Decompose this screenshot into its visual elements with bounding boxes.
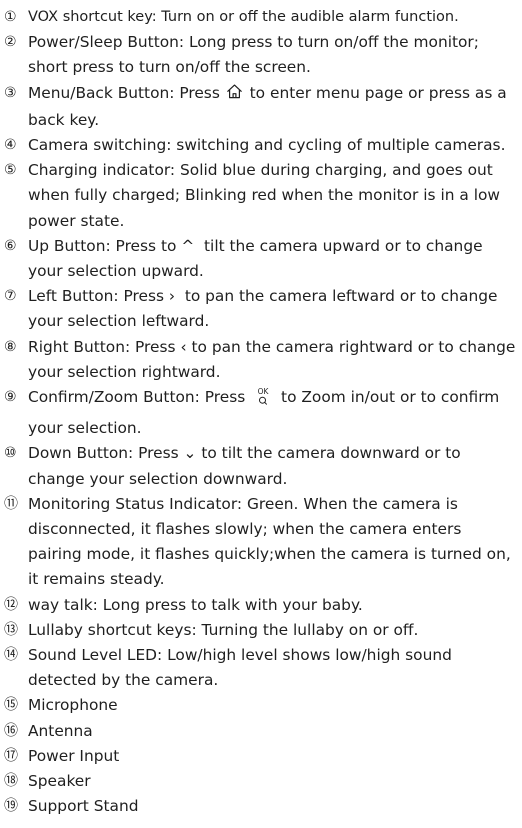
item-number: ⑪	[4, 495, 18, 512]
item-text-before: Down Button: Press	[28, 444, 184, 463]
item-text-before: Up Button: Press to	[28, 236, 182, 255]
item-text: Support Stand	[28, 797, 139, 816]
list-item-power-input: ⑰ Power Input	[4, 744, 516, 769]
list-item-right-button: ⑧ Right Button: Press ‹ to pan the camer…	[4, 335, 516, 385]
item-text: Left Button: Press › to pan the camera l…	[28, 284, 516, 334]
item-number: ⑬	[4, 621, 18, 638]
item-number: ⑰	[4, 747, 18, 764]
item-number: ⑯	[4, 722, 18, 739]
item-number: ⑥	[4, 237, 17, 254]
item-number: ⑱	[4, 773, 18, 790]
item-number: ⑩	[4, 445, 17, 462]
item-number: ⑭	[4, 647, 18, 664]
item-text: Sound Level LED: Low/high level shows lo…	[28, 646, 457, 690]
item-number: ⑤	[4, 162, 17, 179]
item-number: ①	[4, 9, 17, 25]
item-text: Down Button: Press ⌄ to tilt the camera …	[28, 441, 516, 491]
list-item-vox: ① VOX shortcut key: Turn on or off the a…	[4, 5, 516, 30]
item-text: Confirm/Zoom Button: Press OK to Zoom in…	[28, 385, 516, 441]
down-chevron-icon: ⌄	[183, 444, 197, 463]
item-text: Power Input	[28, 746, 120, 765]
item-text-before: Left Button: Press	[28, 287, 169, 306]
list-item-speaker: ⑱ Speaker	[4, 769, 516, 794]
home-icon	[226, 83, 243, 108]
item-text-before: Menu/Back Button: Press	[28, 83, 225, 102]
item-number: ⑨	[4, 389, 17, 406]
item-number: ④	[4, 137, 17, 154]
list-item-lullaby: ⑬ Lullaby shortcut keys: Turning the lul…	[4, 618, 516, 643]
item-text: Camera switching: switching and cycling …	[28, 136, 506, 155]
list-item-camera-switching: ④ Camera switching: switching and cyclin…	[4, 133, 516, 158]
list-item-antenna: ⑯ Antenna	[4, 719, 516, 744]
item-text: Microphone	[28, 696, 118, 715]
item-text: Lullaby shortcut keys: Turning the lulla…	[28, 620, 419, 639]
item-text: Antenna	[28, 721, 93, 740]
item-text: Right Button: Press ‹ to pan the camera …	[28, 335, 516, 385]
item-text: Up Button: Press to ^ tilt the camera up…	[28, 234, 516, 284]
manual-page: ① VOX shortcut key: Turn on or off the a…	[0, 0, 522, 828]
list-item-menu-back: ③ Menu/Back Button: Press to enter menu …	[4, 81, 516, 133]
item-text: Menu/Back Button: Press to enter menu pa…	[28, 81, 516, 133]
item-text: Charging indicator: Solid blue during ch…	[28, 161, 505, 230]
item-number: ⑲	[4, 798, 18, 815]
list-item-microphone: ⑮ Microphone	[4, 693, 516, 718]
list-item-charging-indicator: ⑤ Charging indicator: Solid blue during …	[4, 158, 516, 234]
item-text-before: Confirm/Zoom Button: Press	[28, 388, 251, 407]
item-text: VOX shortcut key: Turn on or off the aud…	[28, 9, 459, 25]
ok-zoom-icon: OK	[254, 386, 272, 416]
item-text: Monitoring Status Indicator: Green. When…	[28, 494, 516, 589]
list-item-up-button: ⑥ Up Button: Press to ^ tilt the camera …	[4, 234, 516, 284]
item-number: ⑮	[4, 697, 18, 714]
item-number: ③	[4, 84, 17, 101]
list-item-support-stand: ⑲ Support Stand	[4, 794, 516, 819]
item-text: Speaker	[28, 772, 91, 791]
item-text: way talk: Long press to talk with your b…	[28, 595, 363, 614]
item-number: ⑦	[4, 288, 17, 305]
list-item-down-button: ⑩ Down Button: Press ⌄ to tilt the camer…	[4, 441, 516, 491]
list-item-sound-level-led: ⑭ Sound Level LED: Low/high level shows …	[4, 643, 516, 693]
up-arrow-icon: ^	[181, 236, 195, 255]
item-number: ②	[4, 34, 17, 51]
ok-icon-label: OK	[258, 387, 270, 396]
list-item-way-talk: ⑫ way talk: Long press to talk with your…	[4, 593, 516, 618]
list-item-monitoring-status: ⑪ Monitoring Status Indicator: Green. Wh…	[4, 492, 516, 593]
item-text: Power/Sleep Button: Long press to turn o…	[28, 33, 484, 77]
list-item-left-button: ⑦ Left Button: Press › to pan the camera…	[4, 284, 516, 334]
item-number: ⑫	[4, 596, 18, 613]
list-item-confirm-zoom: ⑨ Confirm/Zoom Button: Press OK to Zoom …	[4, 385, 516, 441]
list-item-power-sleep: ② Power/Sleep Button: Long press to turn…	[4, 30, 516, 80]
item-text-before: Right Button: Press	[28, 337, 181, 356]
item-number: ⑧	[4, 338, 17, 355]
